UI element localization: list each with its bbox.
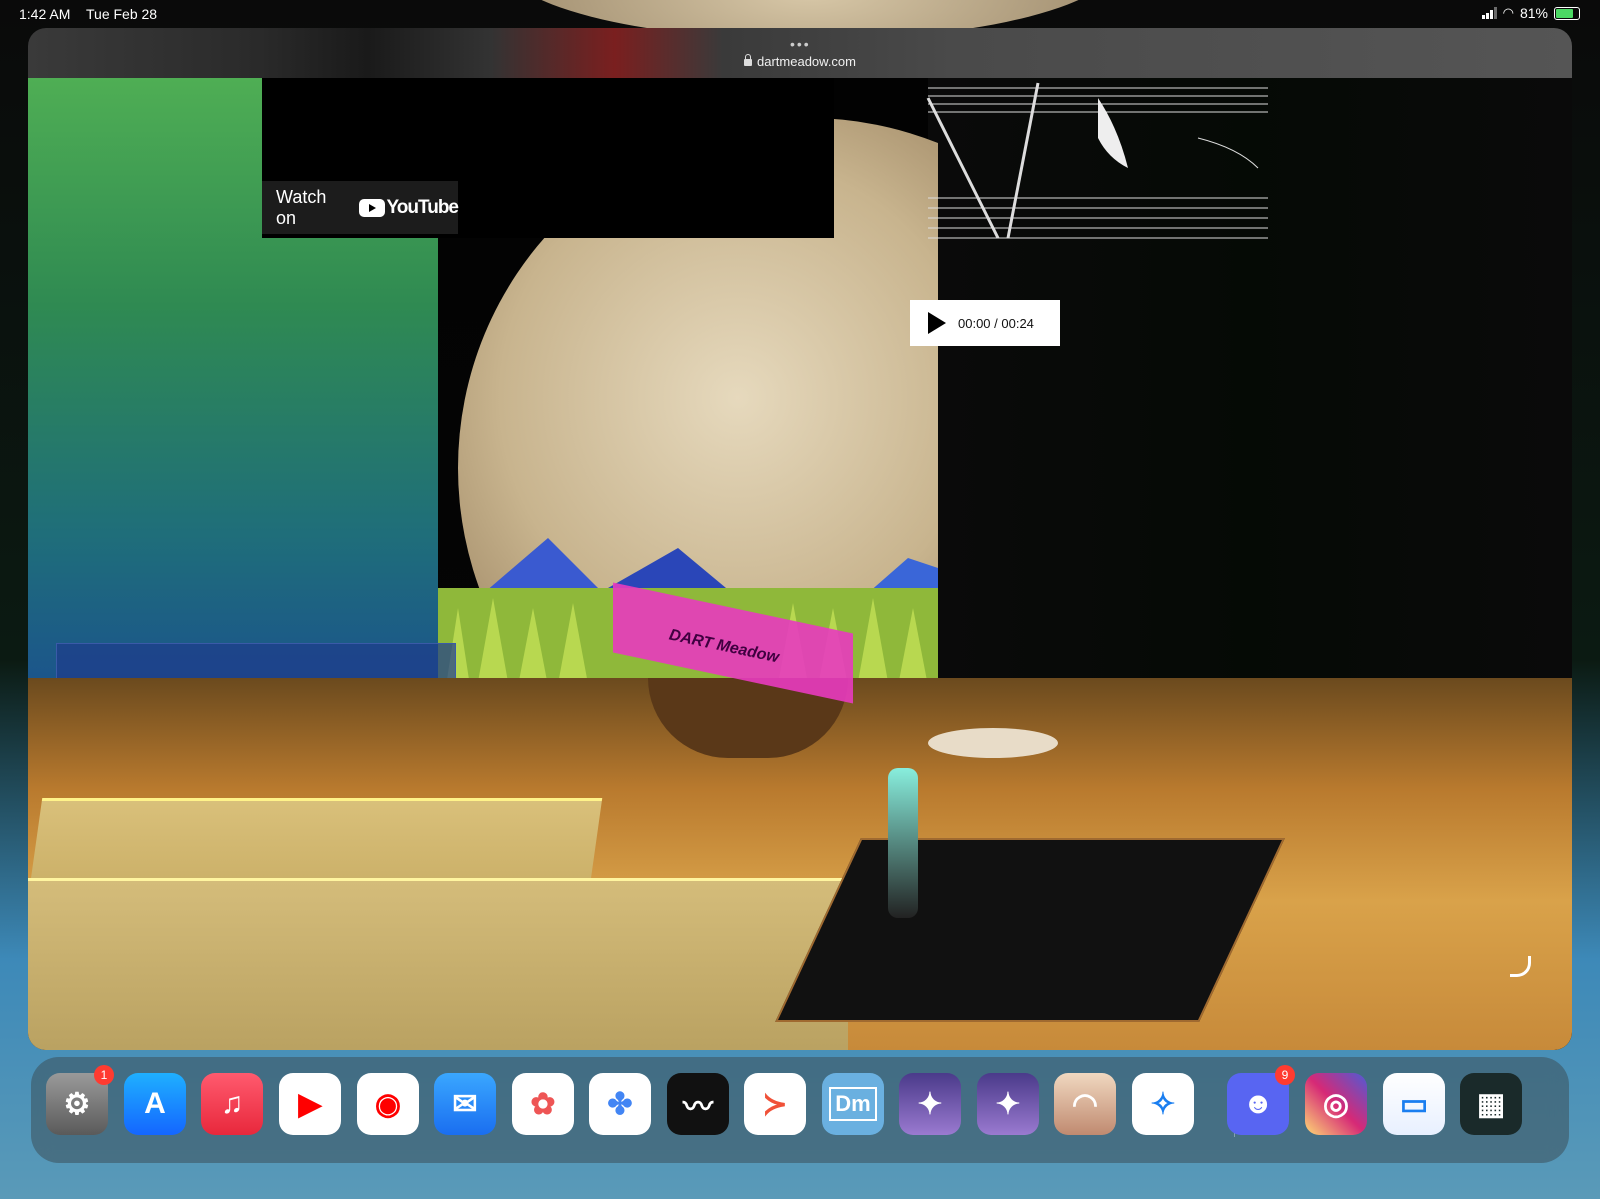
mushroom-stool: [928, 728, 1058, 758]
mail-icon: ✉: [452, 1087, 478, 1121]
youtube-music-icon: ◉: [374, 1087, 402, 1121]
app-store-icon: A: [144, 1087, 166, 1120]
dock-app-app-library[interactable]: ▦: [1460, 1073, 1522, 1135]
url-text: dartmeadow.com: [757, 54, 856, 69]
folder-icon: ▭: [1399, 1087, 1429, 1121]
swift-icon: ≻: [762, 1087, 788, 1121]
sky-icon: ◠: [1071, 1087, 1099, 1121]
status-date: Tue Feb 28: [86, 6, 158, 22]
dock-app-youtube-music[interactable]: ◉: [357, 1073, 419, 1135]
audio-player[interactable]: 00:00 / 00:24: [910, 300, 1060, 346]
address-bar[interactable]: dartmeadow.com: [28, 54, 1572, 69]
dock-app-photos[interactable]: ✿: [512, 1073, 574, 1135]
youtube-icon: ▶: [298, 1087, 322, 1121]
dock-app-mail[interactable]: ✉: [434, 1073, 496, 1135]
game-icon: ✦: [995, 1087, 1021, 1121]
browser-window: ••• dartmeadow.com DART Meadow Watch on …: [28, 28, 1572, 1050]
notification-badge: 9: [1275, 1065, 1295, 1085]
notification-badge: 1: [94, 1065, 114, 1085]
dock-app-app-store[interactable]: A: [124, 1073, 186, 1135]
dock-app-safari[interactable]: ✧: [1132, 1073, 1194, 1135]
sheet-music-image: [926, 82, 1268, 239]
3d-scene-canvas[interactable]: DART Meadow Watch on YouTube 00:00 / 00:…: [28, 78, 1572, 1050]
status-time: 1:42 AM: [19, 6, 71, 22]
dm-icon: Dm: [829, 1087, 877, 1121]
black-rug: [775, 838, 1285, 1022]
app-library-icon: ▦: [1476, 1087, 1506, 1121]
dock-app-files[interactable]: ▭: [1383, 1073, 1445, 1135]
dock-app-youtube[interactable]: ▶: [279, 1073, 341, 1135]
watch-on-youtube-button[interactable]: Watch on YouTube: [262, 181, 459, 234]
play-icon[interactable]: [928, 312, 946, 334]
dock-app-google-photos[interactable]: ✤: [589, 1073, 651, 1135]
dock-app-game-2[interactable]: ✦: [977, 1073, 1039, 1135]
safari-icon: ✧: [1150, 1087, 1176, 1121]
browser-toolbar: ••• dartmeadow.com: [28, 28, 1572, 78]
battery-percent: 81%: [1519, 5, 1548, 21]
music-note-icon: ♫: [220, 1087, 244, 1120]
dock-app-instagram[interactable]: ◎: [1305, 1073, 1367, 1135]
dock-app-game-1[interactable]: ✦: [899, 1073, 961, 1135]
photos-icon: ✿: [530, 1087, 556, 1121]
procreate-icon: 〰: [683, 1091, 713, 1124]
instagram-icon: ◎: [1322, 1087, 1350, 1121]
gear-icon: ⚙: [63, 1087, 91, 1121]
audio-time: 00:00 / 00:24: [958, 315, 1034, 331]
dock-app-sky[interactable]: ◠: [1054, 1073, 1116, 1135]
dock-app-dm[interactable]: Dm: [822, 1073, 884, 1135]
discord-icon: ☻: [1242, 1087, 1274, 1120]
google-photos-icon: ✤: [607, 1087, 633, 1121]
youtube-brand: YouTube: [386, 196, 459, 218]
glowing-step-lower: [28, 878, 848, 1050]
watch-on-label: Watch on: [276, 186, 327, 228]
status-indicators: ◠ 81%: [1481, 5, 1580, 21]
lock-icon: [744, 54, 752, 66]
dock-app-procreate[interactable]: 〰: [667, 1073, 729, 1135]
wifi-icon: ◠: [1502, 5, 1514, 20]
dock-app-settings[interactable]: ⚙ 1: [46, 1065, 114, 1135]
game-icon: ✦: [917, 1087, 943, 1121]
battery-icon: [1554, 6, 1580, 20]
youtube-play-icon: [359, 198, 385, 217]
dock: ⚙ 1 A ♫ ▶ ◉ ✉ ✿ ✤ 〰 ≻ Dm ✦ ✦ ◠ ✧ ☻ 9 ◎ ▭ ▦: [31, 1057, 1569, 1163]
cellular-signal-icon: [1481, 7, 1497, 19]
avatar-character: [888, 768, 918, 918]
multitasking-dots-icon[interactable]: •••: [790, 36, 811, 52]
dock-app-music[interactable]: ♫: [201, 1073, 263, 1135]
dock-app-swift-playgrounds[interactable]: ≻: [744, 1073, 806, 1135]
dock-app-discord[interactable]: ☻ 9: [1227, 1065, 1295, 1135]
